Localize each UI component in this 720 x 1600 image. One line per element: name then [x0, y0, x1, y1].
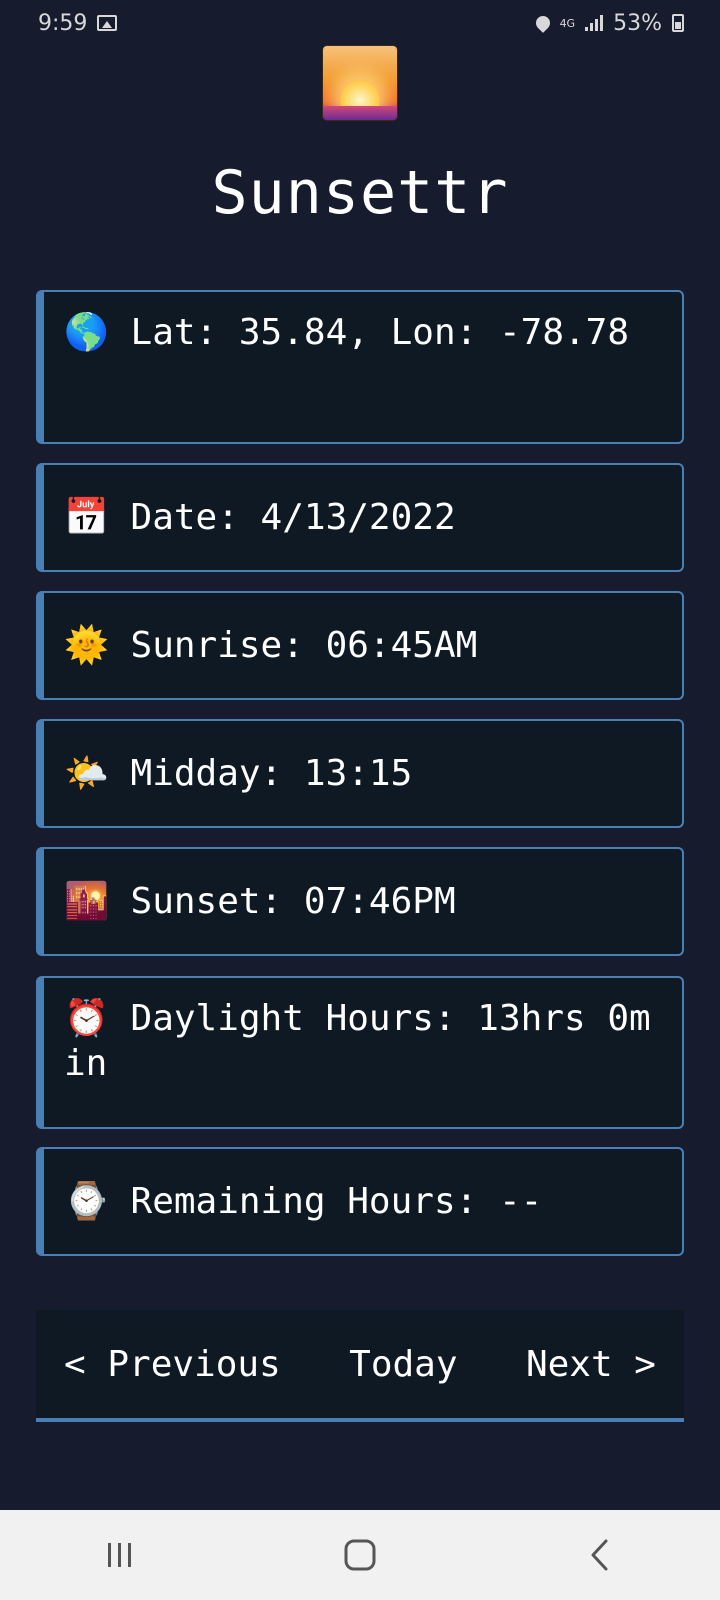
- sunset-logo-icon: [323, 46, 397, 120]
- back-icon[interactable]: [570, 1525, 630, 1585]
- battery-percent: 53%: [613, 10, 662, 36]
- location-icon: [532, 13, 553, 33]
- sunset-text: Sunset: 07:46PM: [130, 881, 456, 922]
- network-type: 4G: [559, 16, 576, 30]
- sun-behind-cloud-icon: 🌤️: [64, 753, 109, 794]
- location-card: 🌎 Lat: 35.84, Lon: -78.78: [36, 290, 684, 444]
- daylight-card: ⏰ Daylight Hours: 13hrs 0min: [36, 976, 684, 1129]
- system-navigation-bar: [0, 1510, 720, 1600]
- today-button[interactable]: Today: [349, 1344, 457, 1385]
- daylight-text: Daylight Hours: 13hrs 0min: [64, 998, 651, 1084]
- status-right: 4G 53%: [532, 10, 684, 36]
- recent-apps-icon[interactable]: [90, 1525, 150, 1585]
- midday-card: 🌤️ Midday: 13:15: [36, 719, 684, 828]
- status-time: 9:59: [38, 10, 88, 36]
- city-sunset-icon: 🌇: [64, 881, 109, 922]
- sunrise-card: 🌞 Sunrise: 06:45AM: [36, 591, 684, 700]
- status-left: 9:59: [38, 10, 118, 36]
- sunrise-text: Sunrise: 06:45AM: [130, 625, 478, 666]
- gallery-notification-icon: [97, 15, 118, 31]
- previous-button[interactable]: < Previous: [64, 1344, 281, 1385]
- app-title: Sunsettr: [211, 158, 509, 228]
- location-text: Lat: 35.84, Lon: -78.78: [130, 312, 630, 353]
- next-button[interactable]: Next >: [526, 1344, 656, 1385]
- remaining-text: Remaining Hours: --: [130, 1181, 543, 1222]
- globe-icon: 🌎: [64, 312, 109, 353]
- status-bar: 9:59 4G 53%: [0, 0, 720, 46]
- date-text: Date: 4/13/2022: [130, 497, 456, 538]
- midday-text: Midday: 13:15: [130, 753, 413, 794]
- sun-face-icon: 🌞: [64, 625, 109, 666]
- home-icon[interactable]: [330, 1525, 390, 1585]
- battery-icon: [672, 14, 684, 32]
- signal-icon: [585, 15, 604, 31]
- remaining-card: ⌚ Remaining Hours: --: [36, 1147, 684, 1256]
- sunset-card: 🌇 Sunset: 07:46PM: [36, 847, 684, 956]
- alarm-clock-icon: ⏰: [64, 998, 109, 1039]
- date-card: 📅 Date: 4/13/2022: [36, 463, 684, 572]
- watch-icon: ⌚: [64, 1181, 109, 1222]
- date-navigation: < Previous Today Next >: [36, 1310, 684, 1422]
- calendar-icon: 📅: [64, 497, 109, 538]
